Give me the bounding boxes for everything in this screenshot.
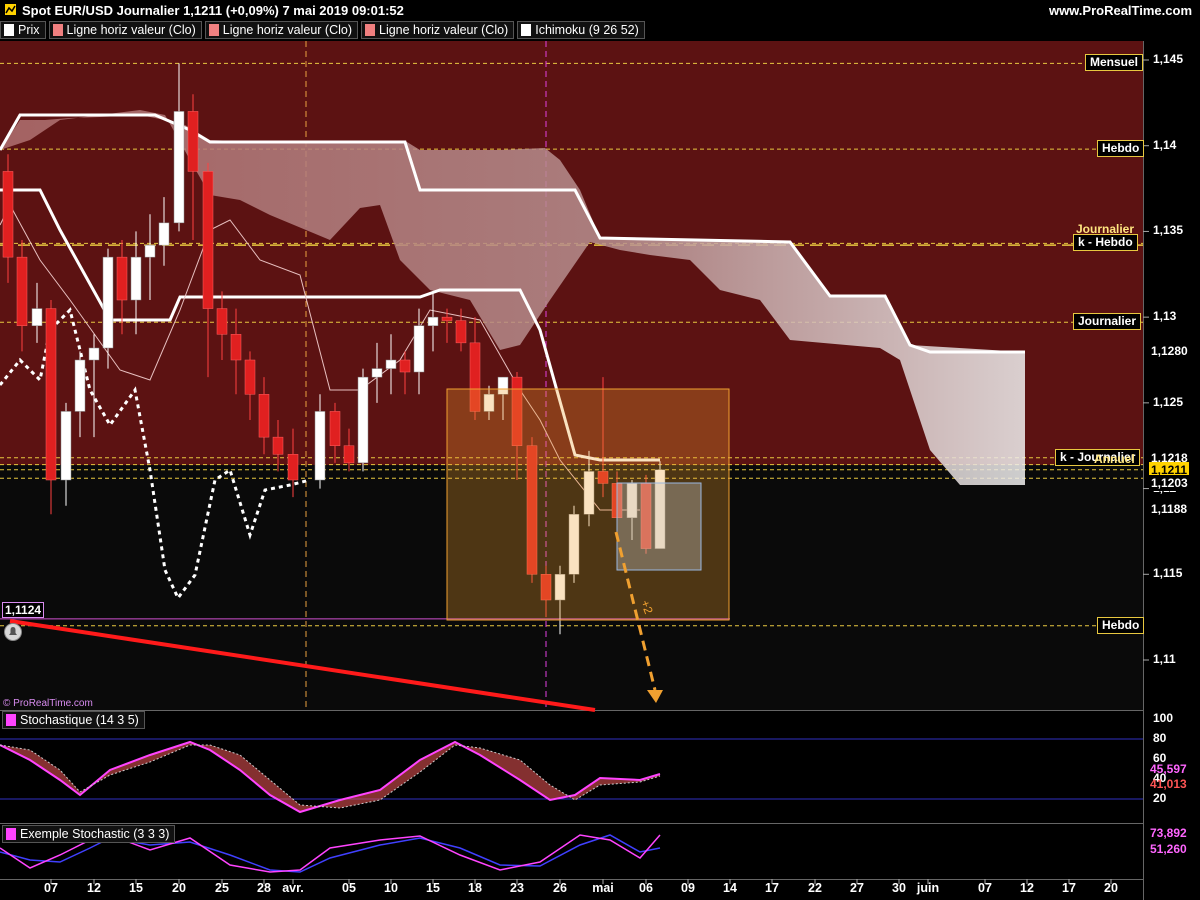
candle-body[interactable] — [413, 325, 425, 373]
price-chart[interactable] — [0, 0, 1200, 900]
example-stochastic-value-2: 51,260 — [1150, 842, 1187, 856]
candle-body[interactable] — [202, 171, 214, 309]
price-tick-label: 1,135 — [1153, 223, 1184, 238]
candle-body[interactable] — [31, 308, 43, 326]
candle-body[interactable] — [60, 411, 72, 481]
date-tick-label: 22 — [808, 881, 822, 895]
price-tick-label: 1,115 — [1153, 566, 1183, 581]
level-tag[interactable]: Hebdo — [1097, 616, 1145, 634]
date-tick-label: 10 — [384, 881, 398, 895]
overlapped-level-label: Annuel — [1094, 452, 1135, 466]
candle-body[interactable] — [116, 256, 128, 301]
candle-body[interactable] — [441, 316, 453, 321]
stochastic-tick-label: 100 — [1153, 711, 1174, 725]
candle-body[interactable] — [258, 394, 270, 438]
example-stochastic-swatch — [6, 828, 16, 840]
candle-body[interactable] — [173, 111, 185, 224]
candle-body[interactable] — [88, 347, 100, 361]
date-tick-label: 12 — [87, 881, 101, 895]
candle-body[interactable] — [427, 316, 439, 326]
candle-body[interactable] — [244, 359, 256, 395]
candle-body[interactable] — [287, 454, 299, 481]
date-tick-label: 20 — [172, 881, 186, 895]
stochastic-value-2: 41,013 — [1150, 777, 1187, 791]
candle-body[interactable] — [357, 376, 369, 464]
date-tick-label: 28 — [257, 881, 271, 895]
price-marker: 1,1203 — [1149, 475, 1190, 492]
price-tick-label: 1,14 — [1153, 137, 1177, 152]
date-tick-label: avr. — [282, 881, 304, 895]
date-tick-label: 07 — [44, 881, 58, 895]
candle-body[interactable] — [45, 308, 57, 481]
stochastic-title-label: Stochastique (14 3 5) — [20, 713, 139, 727]
stochastic-value-1: 45,597 — [1150, 762, 1187, 776]
stochastic-title[interactable]: Stochastique (14 3 5) — [2, 711, 145, 729]
price-marker: 1,1188 — [1149, 501, 1190, 518]
level-tag[interactable]: Mensuel — [1085, 54, 1144, 72]
stochastic-tick-label: 80 — [1153, 731, 1167, 745]
left-price-marker: 1,1124 — [2, 602, 45, 618]
stochastic-tick-label: 20 — [1153, 791, 1167, 805]
date-tick-label: 14 — [723, 881, 737, 895]
overlapped-level-label: Journalier — [1076, 222, 1135, 236]
example-stochastic-title-label: Exemple Stochastic (3 3 3) — [20, 827, 170, 841]
candle-body[interactable] — [272, 436, 284, 455]
date-tick-label: juin — [916, 881, 940, 895]
date-tick-label: 30 — [892, 881, 906, 895]
candle-body[interactable] — [399, 359, 411, 373]
stochastic-swatch — [6, 714, 16, 726]
date-tick-label: 05 — [342, 881, 356, 895]
candle-body[interactable] — [455, 320, 467, 344]
candle-body[interactable] — [144, 244, 156, 258]
price-tick-label: 1,125 — [1153, 394, 1184, 409]
date-tick-label: 23 — [510, 881, 524, 895]
level-tag[interactable]: Hebdo — [1097, 140, 1145, 158]
date-tick-label: 25 — [215, 881, 229, 895]
candle-body[interactable] — [130, 256, 142, 301]
candle-body[interactable] — [16, 256, 28, 326]
date-tick-label: 07 — [978, 881, 992, 895]
candle-body[interactable] — [2, 171, 14, 258]
candle-body[interactable] — [343, 445, 355, 464]
candle-body[interactable] — [230, 334, 242, 361]
date-tick-label: mai — [592, 881, 614, 895]
alert-bell-icon[interactable] — [3, 622, 23, 642]
example-stochastic-title[interactable]: Exemple Stochastic (3 3 3) — [2, 825, 176, 843]
price-marker: 1,1280 — [1149, 343, 1190, 360]
level-tag[interactable]: Journalier — [1073, 313, 1142, 331]
candle-body[interactable] — [385, 359, 397, 369]
date-tick-label: 17 — [765, 881, 779, 895]
price-tick-label: 1,145 — [1153, 52, 1184, 66]
date-tick-label: 09 — [681, 881, 695, 895]
date-tick-label: 26 — [553, 881, 567, 895]
candle-body[interactable] — [329, 411, 341, 446]
date-tick-label: 20 — [1104, 881, 1118, 895]
candle-body[interactable] — [158, 222, 170, 246]
date-tick-label: 12 — [1020, 881, 1034, 895]
date-tick-label: 06 — [639, 881, 653, 895]
level-tag[interactable]: k - Hebdo — [1073, 234, 1138, 252]
candle-body[interactable] — [187, 111, 199, 172]
example-stochastic-value-1: 73,892 — [1150, 826, 1187, 840]
candle-body[interactable] — [74, 359, 86, 412]
date-tick-label: 15 — [129, 881, 143, 895]
candle-body[interactable] — [102, 256, 114, 349]
date-tick-label: 15 — [426, 881, 440, 895]
copyright: © ProRealTime.com — [3, 698, 93, 709]
candle-body[interactable] — [314, 411, 326, 481]
candle-body[interactable] — [371, 368, 383, 378]
date-tick-label: 17 — [1062, 881, 1076, 895]
consolidation-box[interactable] — [616, 482, 702, 571]
date-tick-label: 18 — [468, 881, 482, 895]
price-tick-label: 1,13 — [1153, 309, 1177, 324]
stochastic-pane — [0, 711, 1143, 823]
candle-body[interactable] — [216, 308, 228, 335]
price-tick-label: 1,11 — [1153, 652, 1176, 666]
date-tick-label: 27 — [850, 881, 864, 895]
